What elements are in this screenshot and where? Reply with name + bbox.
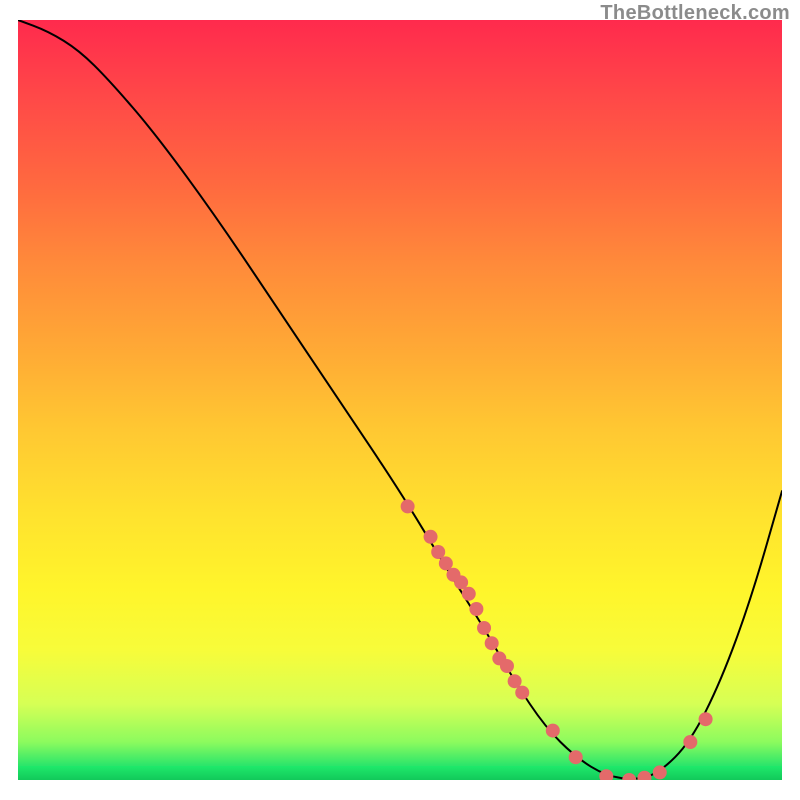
highlight-dot bbox=[485, 636, 499, 650]
highlight-dot bbox=[431, 545, 445, 559]
highlight-dot bbox=[424, 530, 438, 544]
highlight-dot bbox=[500, 659, 514, 673]
highlight-dot bbox=[477, 621, 491, 635]
highlight-dot bbox=[508, 674, 522, 688]
highlight-dot bbox=[546, 724, 560, 738]
curve-layer bbox=[18, 20, 782, 780]
highlight-dot bbox=[637, 771, 651, 780]
highlight-dot bbox=[622, 773, 636, 780]
highlight-dot bbox=[599, 769, 613, 780]
highlight-dot bbox=[469, 602, 483, 616]
highlight-dot bbox=[653, 765, 667, 779]
highlight-dot bbox=[454, 575, 468, 589]
highlight-dot bbox=[515, 686, 529, 700]
highlight-dot bbox=[683, 735, 697, 749]
highlight-dot bbox=[439, 556, 453, 570]
chart-stage: TheBottleneck.com bbox=[0, 0, 800, 800]
highlight-dot bbox=[569, 750, 583, 764]
plot-area bbox=[18, 20, 782, 780]
highlight-dot bbox=[699, 712, 713, 726]
highlight-dot bbox=[462, 587, 476, 601]
bottleneck-curve bbox=[18, 20, 782, 779]
highlight-dot bbox=[401, 499, 415, 513]
